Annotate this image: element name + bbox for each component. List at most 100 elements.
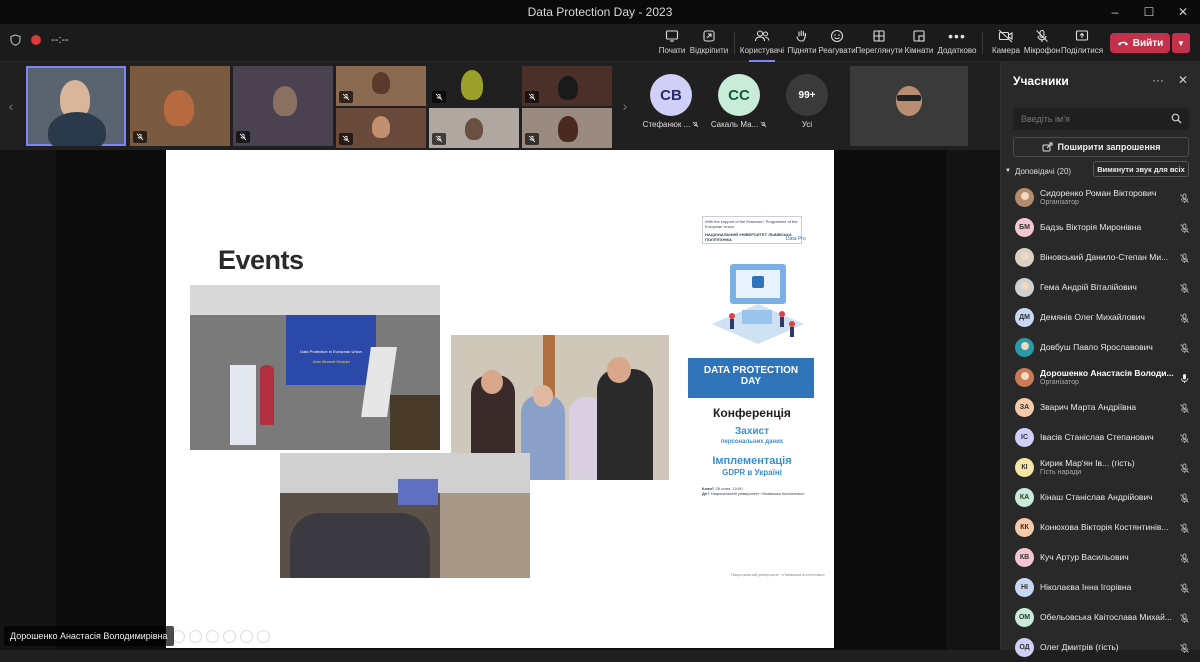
mic-off-icon[interactable] xyxy=(1179,551,1190,569)
mic-off-icon[interactable] xyxy=(1179,581,1190,599)
participant-name: Бадзь Вікторія Миронівна xyxy=(1040,222,1142,232)
participant-role: Організатор xyxy=(1040,379,1079,386)
avatar: ІС xyxy=(1015,427,1034,447)
participant-video xyxy=(465,118,483,140)
mic-off-icon[interactable] xyxy=(1179,461,1190,479)
poster-topic-2: Імплементація GDPR в Україні xyxy=(712,455,792,478)
participant-row[interactable]: КА Кінаш Станіслав Андрійович xyxy=(1001,482,1200,512)
mic-off-icon[interactable] xyxy=(1179,281,1190,299)
mic-off-icon[interactable] xyxy=(1179,191,1190,209)
pointer-button[interactable] xyxy=(223,630,236,643)
users-button[interactable]: Користувачі xyxy=(740,28,784,62)
participants-list: Сидоренко Роман Вікторович Організатор БМ Б… xyxy=(1001,182,1200,662)
avatar-tile[interactable]: СВ Стефанюк ... xyxy=(638,62,704,150)
view-button[interactable]: Переглянути xyxy=(855,28,903,58)
microphone-button[interactable]: Мікрофон xyxy=(1021,28,1063,58)
participant-search-input[interactable] xyxy=(1013,108,1189,130)
poster-conference: Конференція xyxy=(713,406,791,420)
video-tile[interactable] xyxy=(26,66,126,146)
mic-off-icon xyxy=(432,133,446,145)
mic-off-icon xyxy=(525,91,539,103)
video-tile[interactable] xyxy=(429,66,519,106)
pen-button[interactable] xyxy=(206,630,219,643)
participant-row[interactable]: ОМ Обельовська Квітослава Михай... xyxy=(1001,602,1200,632)
participant-row[interactable]: Дорошенко Анастасія Володи... Організатор xyxy=(1001,362,1200,392)
mic-off-icon[interactable] xyxy=(1179,401,1190,419)
mic-off-icon[interactable] xyxy=(1179,431,1190,449)
participant-video xyxy=(48,112,106,146)
mic-off-icon xyxy=(432,91,446,103)
video-tile[interactable] xyxy=(336,66,426,106)
participant-row[interactable]: Сидоренко Роман Вікторович Організатор xyxy=(1001,182,1200,212)
participant-row[interactable]: КІ Кирик Мар'ян Ів... (гість) Гість наради xyxy=(1001,452,1200,482)
rooms-icon xyxy=(912,28,926,44)
conference-poster: With the support of the Erasmus+ Program… xyxy=(686,210,818,590)
mic-off-icon[interactable] xyxy=(1179,341,1190,359)
shield-icon[interactable] xyxy=(10,34,21,46)
leave-options-button[interactable]: ▼ xyxy=(1172,33,1190,53)
share-button[interactable]: Поділитися xyxy=(1061,28,1103,58)
search-icon[interactable] xyxy=(1171,113,1182,124)
participant-row[interactable]: ЗА Зварич Марта Андріївна xyxy=(1001,392,1200,422)
more-button[interactable]: ••• Додатково xyxy=(936,28,978,58)
zoom-button[interactable] xyxy=(240,630,253,643)
mic-off-icon[interactable] xyxy=(1179,251,1190,269)
participant-name: Віновський Данило-Степан Ми... xyxy=(1040,252,1169,262)
close-icon[interactable]: ✕ xyxy=(1178,73,1188,87)
participant-name: Дорошенко Анастасія Володи... xyxy=(1040,368,1174,378)
mic-off-icon[interactable] xyxy=(1179,221,1190,239)
participant-row[interactable]: Довбуш Павло Ярославович xyxy=(1001,332,1200,362)
share-invite-button[interactable]: Поширити запрошення xyxy=(1013,137,1189,157)
participant-row[interactable]: Гема Андрій Віталійович xyxy=(1001,272,1200,302)
participant-row[interactable]: ДМ Демянів Олег Михайлович xyxy=(1001,302,1200,332)
react-button[interactable]: Реагувати xyxy=(816,28,858,58)
maximize-button[interactable]: ☐ xyxy=(1132,0,1166,24)
participant-row[interactable]: НІ Ніколаєва Інна Ігорівна xyxy=(1001,572,1200,602)
show-all-participants[interactable]: 99+ Усі xyxy=(774,62,840,150)
participant-name: Кінаш Станіслав Андрійович xyxy=(1040,492,1153,502)
mic-off-icon xyxy=(760,121,767,128)
leave-button[interactable]: Вийти xyxy=(1110,33,1170,53)
more-options-icon[interactable]: ··· xyxy=(1152,73,1164,87)
mute-all-button[interactable]: Вимкнути звук для всіх xyxy=(1093,161,1189,177)
participant-row[interactable]: КВ Куч Артур Васильович xyxy=(1001,542,1200,572)
mic-off-icon[interactable] xyxy=(1179,311,1190,329)
video-tile[interactable] xyxy=(130,66,230,146)
video-tile[interactable] xyxy=(336,108,426,148)
more-slide-options-button[interactable] xyxy=(257,630,270,643)
start-button[interactable]: Почати xyxy=(651,28,693,58)
unpin-icon xyxy=(702,28,716,44)
mic-off-icon[interactable] xyxy=(1179,641,1190,659)
mic-off-icon[interactable] xyxy=(1179,611,1190,629)
prev-slide-button[interactable] xyxy=(172,630,185,643)
participant-row[interactable]: БМ Бадзь Вікторія Миронівна xyxy=(1001,212,1200,242)
share-icon xyxy=(1075,28,1089,44)
video-tile[interactable] xyxy=(522,66,612,106)
slide-footer: Національний університет «Львівська полі… xyxy=(731,572,825,577)
video-tile[interactable] xyxy=(429,108,519,148)
next-slide-button[interactable] xyxy=(189,630,202,643)
avatar-name: Усі xyxy=(801,120,813,129)
video-tile[interactable] xyxy=(233,66,333,146)
avatar-tile[interactable]: СС Сакаль Ма... xyxy=(706,62,772,150)
avatar: КА xyxy=(1015,487,1034,507)
self-view-tile[interactable] xyxy=(850,66,968,146)
close-window-button[interactable]: ✕ xyxy=(1166,0,1200,24)
mic-on-icon[interactable] xyxy=(1179,371,1190,389)
unpin-button[interactable]: Відкріпити xyxy=(688,28,730,58)
participant-row[interactable]: ОД Олег Дмитрів (гість) xyxy=(1001,632,1200,662)
minimize-button[interactable]: – xyxy=(1098,0,1132,24)
participant-name: Сидоренко Роман Вікторович xyxy=(1040,188,1157,198)
mic-off-icon[interactable] xyxy=(1179,491,1190,509)
react-icon xyxy=(830,28,844,44)
video-tile[interactable] xyxy=(522,108,612,148)
participant-name: Куч Артур Васильович xyxy=(1040,552,1129,562)
participant-row[interactable]: Віновський Данило-Степан Ми... xyxy=(1001,242,1200,272)
participant-row[interactable]: ІС Івасів Станіслав Степанович xyxy=(1001,422,1200,452)
strip-prev-button[interactable]: ‹ xyxy=(0,62,22,150)
rooms-button[interactable]: Кімнати xyxy=(898,28,940,58)
mic-off-icon[interactable] xyxy=(1179,521,1190,539)
participant-row[interactable]: КК Конюхова Вікторія Костянтинів... xyxy=(1001,512,1200,542)
avatar: КК xyxy=(1015,517,1034,537)
strip-next-button[interactable]: › xyxy=(614,62,636,150)
